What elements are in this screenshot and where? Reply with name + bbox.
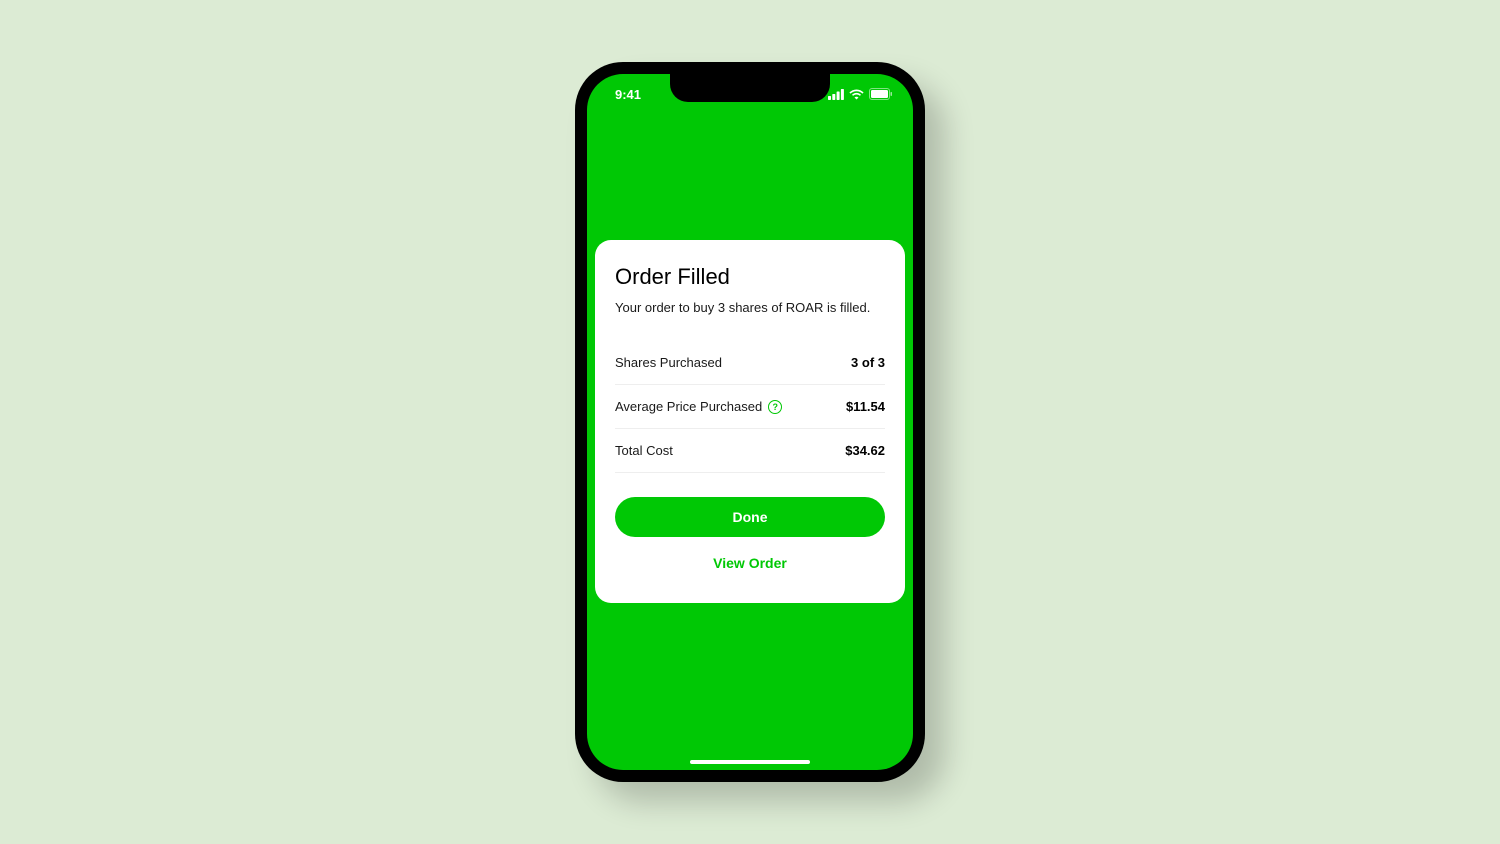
wifi-icon (849, 89, 864, 100)
row-average-price: Average Price Purchased ? $11.54 (615, 385, 885, 429)
card-subtitle: Your order to buy 3 shares of ROAR is fi… (615, 300, 885, 315)
order-filled-card: Order Filled Your order to buy 3 shares … (595, 240, 905, 603)
row-shares-purchased: Shares Purchased 3 of 3 (615, 341, 885, 385)
view-order-button[interactable]: View Order (615, 543, 885, 583)
phone-screen: 9:41 Order Filled Your order to buy 3 sh… (587, 74, 913, 770)
button-group: Done View Order (615, 497, 885, 583)
phone-frame: 9:41 Order Filled Your order to buy 3 sh… (575, 62, 925, 782)
info-icon[interactable]: ? (768, 400, 782, 414)
done-button[interactable]: Done (615, 497, 885, 537)
row-value: $34.62 (845, 443, 885, 458)
status-time: 9:41 (615, 87, 641, 102)
row-total-cost: Total Cost $34.62 (615, 429, 885, 473)
row-label: Shares Purchased (615, 355, 722, 370)
row-label: Total Cost (615, 443, 673, 458)
row-value: $11.54 (846, 399, 885, 414)
status-icons (828, 88, 893, 100)
battery-icon (869, 88, 893, 100)
card-title: Order Filled (615, 264, 885, 290)
row-value: 3 of 3 (851, 355, 885, 370)
home-indicator[interactable] (690, 760, 810, 764)
phone-notch (670, 74, 830, 102)
cellular-signal-icon (828, 89, 844, 100)
row-label: Average Price Purchased ? (615, 399, 782, 414)
